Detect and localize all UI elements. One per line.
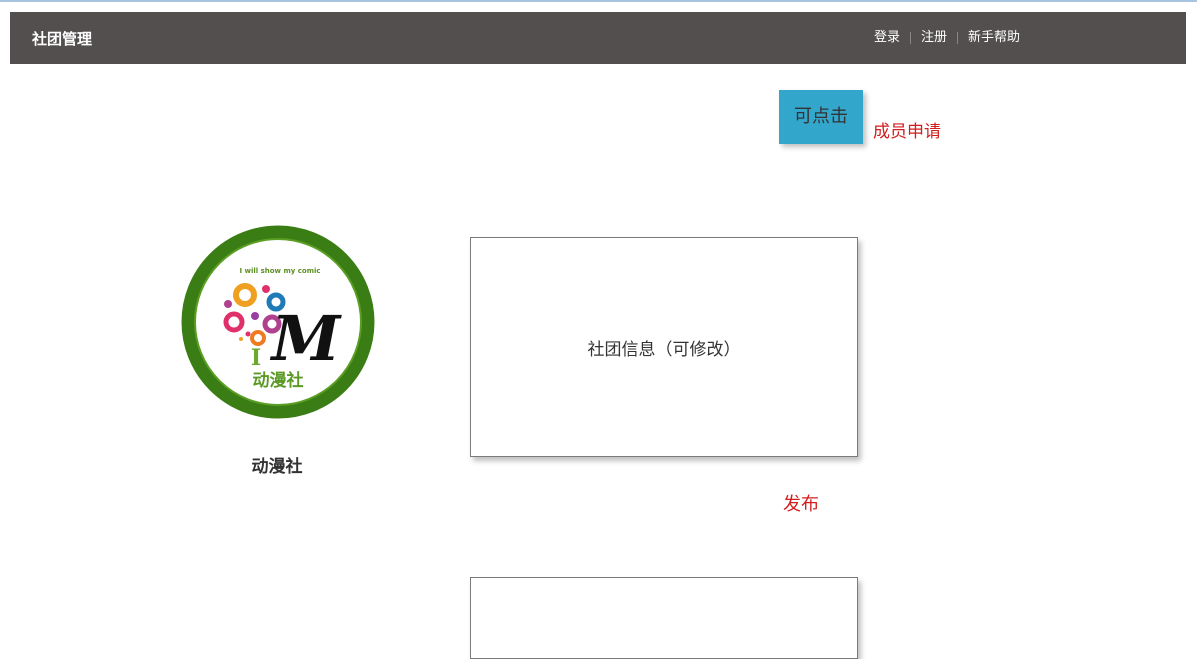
clickable-button[interactable]: 可点击 bbox=[779, 90, 863, 144]
nav-separator bbox=[957, 32, 959, 44]
nav-separator bbox=[910, 32, 912, 44]
club-logo: I will show my comic I M 动漫社 bbox=[181, 225, 375, 419]
navbar: 社团管理 登录 注册 新手帮助 bbox=[10, 12, 1186, 64]
register-link[interactable]: 注册 bbox=[921, 13, 947, 63]
club-info-box[interactable]: 社团信息（可修改） bbox=[470, 237, 858, 457]
logo-letter-m: M bbox=[270, 302, 343, 375]
logo-letter-i: I bbox=[251, 345, 261, 371]
brand-title[interactable]: 社团管理 bbox=[32, 12, 92, 64]
login-link[interactable]: 登录 bbox=[874, 13, 900, 63]
help-link[interactable]: 新手帮助 bbox=[968, 13, 1020, 63]
nav-links: 登录 注册 新手帮助 bbox=[874, 12, 1020, 64]
logo-caption: 动漫社 bbox=[253, 370, 304, 391]
top-accent-line bbox=[0, 0, 1197, 2]
club-info-label: 社团信息（可修改） bbox=[587, 339, 741, 360]
member-apply-link[interactable]: 成员申请 bbox=[873, 117, 941, 142]
club-name: 动漫社 bbox=[251, 457, 303, 477]
content-box bbox=[470, 577, 858, 659]
publish-link[interactable]: 发布 bbox=[783, 490, 819, 516]
logo-slogan: I will show my comic bbox=[239, 267, 320, 275]
